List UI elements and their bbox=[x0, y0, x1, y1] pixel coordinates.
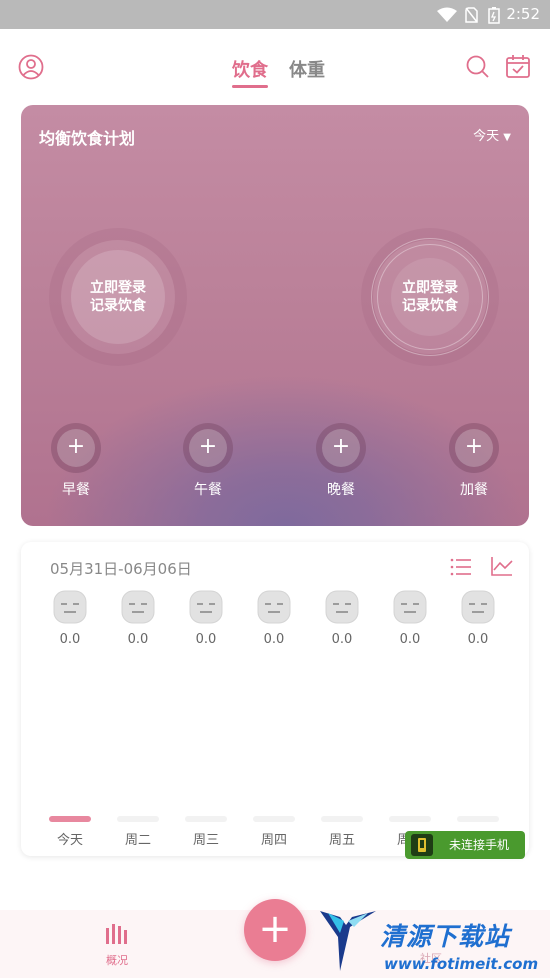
neutral-face-icon bbox=[53, 590, 87, 624]
day-indicator-bar bbox=[457, 816, 499, 822]
diet-plan-card: 均衡饮食计划 今天 ▼ 立即登录 记录饮食 立即登录 记录饮食 + 早餐 + 午… bbox=[21, 105, 529, 526]
nav-overview-label: 概况 bbox=[106, 954, 128, 967]
plus-icon: + bbox=[189, 429, 227, 467]
watermark-name: 清源下载站 bbox=[380, 922, 511, 951]
day-name-label[interactable]: 周三 bbox=[172, 829, 240, 848]
day-indicator-bar bbox=[389, 816, 431, 822]
top-nav: 饮食 体重 bbox=[0, 29, 550, 103]
calendar-check-icon[interactable] bbox=[504, 53, 532, 81]
day-name-label[interactable]: 周五 bbox=[308, 829, 376, 848]
app-root: 2:52 饮食 体重 均衡饮食计划 今天 ▼ 立即登录 记录饮食 立即登录 记录… bbox=[0, 0, 550, 978]
list-icon[interactable] bbox=[449, 556, 473, 578]
day-value: 0.0 bbox=[59, 632, 81, 647]
day-name-label[interactable]: 周四 bbox=[240, 829, 308, 848]
watermark-emblem-icon bbox=[320, 911, 376, 971]
meal-label: 加餐 bbox=[460, 482, 488, 498]
day-value: 0.0 bbox=[195, 632, 217, 647]
day-summary[interactable]: 0.0 bbox=[104, 590, 172, 647]
plan-title: 均衡饮食计划 bbox=[39, 129, 136, 148]
plan-range-selector[interactable]: 今天 ▼ bbox=[473, 125, 511, 144]
status-bar: 2:52 bbox=[0, 0, 550, 29]
meal-breakfast[interactable]: + 早餐 bbox=[46, 423, 106, 503]
plus-icon: + bbox=[322, 429, 360, 467]
neutral-face-icon bbox=[393, 590, 427, 624]
day-value: 0.0 bbox=[127, 632, 149, 647]
login-record-circle-right[interactable]: 立即登录 记录饮食 bbox=[361, 228, 499, 366]
day-summary[interactable]: 0.0 bbox=[172, 590, 240, 647]
meal-label: 午餐 bbox=[194, 482, 222, 498]
nav-overview[interactable]: 概况 bbox=[100, 922, 134, 968]
circle-text-line1: 立即登录 bbox=[90, 280, 146, 296]
add-snack-button[interactable]: + bbox=[449, 423, 499, 473]
day-indicator-bar bbox=[49, 816, 91, 822]
add-record-fab[interactable]: + bbox=[244, 899, 306, 961]
add-lunch-button[interactable]: + bbox=[183, 423, 233, 473]
meal-label: 早餐 bbox=[62, 482, 90, 498]
login-record-button[interactable]: 立即登录 记录饮食 bbox=[391, 258, 469, 336]
connection-toast: 未连接手机 bbox=[405, 831, 525, 859]
caret-down-icon: ▼ bbox=[503, 132, 511, 143]
plan-range-label: 今天 bbox=[473, 129, 500, 144]
day-summary[interactable]: 0.0 bbox=[240, 590, 308, 647]
battery-icon bbox=[488, 7, 500, 24]
week-date-range: 05月31日-06月06日 bbox=[50, 560, 192, 578]
tab-active-indicator bbox=[232, 85, 268, 88]
plus-icon: + bbox=[455, 429, 493, 467]
no-sim-icon bbox=[465, 7, 478, 23]
bar-chart-icon bbox=[106, 924, 127, 944]
neutral-face-icon bbox=[257, 590, 291, 624]
day-indicator-bar bbox=[253, 816, 295, 822]
day-value: 0.0 bbox=[263, 632, 285, 647]
usb-device-icon bbox=[411, 834, 433, 856]
watermark-url: www.fotimeit.com bbox=[384, 955, 539, 973]
neutral-face-icon bbox=[461, 590, 495, 624]
profile-icon[interactable] bbox=[17, 53, 45, 81]
weekly-summary-card: 05月31日-06月06日 0.0 0.0 0.0 0.0 0.0 0.0 0.0 今天 周二… bbox=[21, 542, 529, 856]
status-time: 2:52 bbox=[506, 5, 540, 23]
tab-weight[interactable]: 体重 bbox=[289, 56, 325, 82]
login-record-button[interactable]: 立即登录 记录饮食 bbox=[71, 250, 165, 344]
watermark-logo: 清源下载站 www.fotimeit.com bbox=[318, 905, 538, 978]
day-indicator-bar bbox=[321, 816, 363, 822]
tab-diet[interactable]: 饮食 bbox=[232, 56, 268, 82]
plus-icon: + bbox=[57, 429, 95, 467]
neutral-face-icon bbox=[325, 590, 359, 624]
day-value: 0.0 bbox=[331, 632, 353, 647]
neutral-face-icon bbox=[121, 590, 155, 624]
meal-lunch[interactable]: + 午餐 bbox=[178, 423, 238, 503]
circle-text-line2: 记录饮食 bbox=[90, 298, 146, 314]
meal-label: 晚餐 bbox=[327, 482, 355, 498]
circle-text-line1: 立即登录 bbox=[402, 280, 458, 296]
meal-snack[interactable]: + 加餐 bbox=[444, 423, 504, 503]
circle-text-line2: 记录饮食 bbox=[402, 298, 458, 314]
search-icon[interactable] bbox=[464, 53, 492, 81]
login-record-circle-left[interactable]: 立即登录 记录饮食 bbox=[49, 228, 187, 366]
day-name-label[interactable]: 周二 bbox=[104, 829, 172, 848]
line-chart-icon[interactable] bbox=[490, 555, 514, 577]
day-summary[interactable]: 0.0 bbox=[444, 590, 512, 647]
day-name-label[interactable]: 今天 bbox=[36, 829, 104, 848]
toast-text: 未连接手机 bbox=[449, 838, 510, 852]
meal-dinner[interactable]: + 晚餐 bbox=[311, 423, 371, 503]
add-breakfast-button[interactable]: + bbox=[51, 423, 101, 473]
day-value: 0.0 bbox=[467, 632, 489, 647]
wifi-icon bbox=[437, 7, 457, 22]
neutral-face-icon bbox=[189, 590, 223, 624]
day-value: 0.0 bbox=[399, 632, 421, 647]
day-summary[interactable]: 0.0 bbox=[308, 590, 376, 647]
day-indicator-bar bbox=[117, 816, 159, 822]
day-summary[interactable]: 0.0 bbox=[376, 590, 444, 647]
day-summary[interactable]: 0.0 bbox=[36, 590, 104, 647]
add-dinner-button[interactable]: + bbox=[316, 423, 366, 473]
day-indicator-bar bbox=[185, 816, 227, 822]
